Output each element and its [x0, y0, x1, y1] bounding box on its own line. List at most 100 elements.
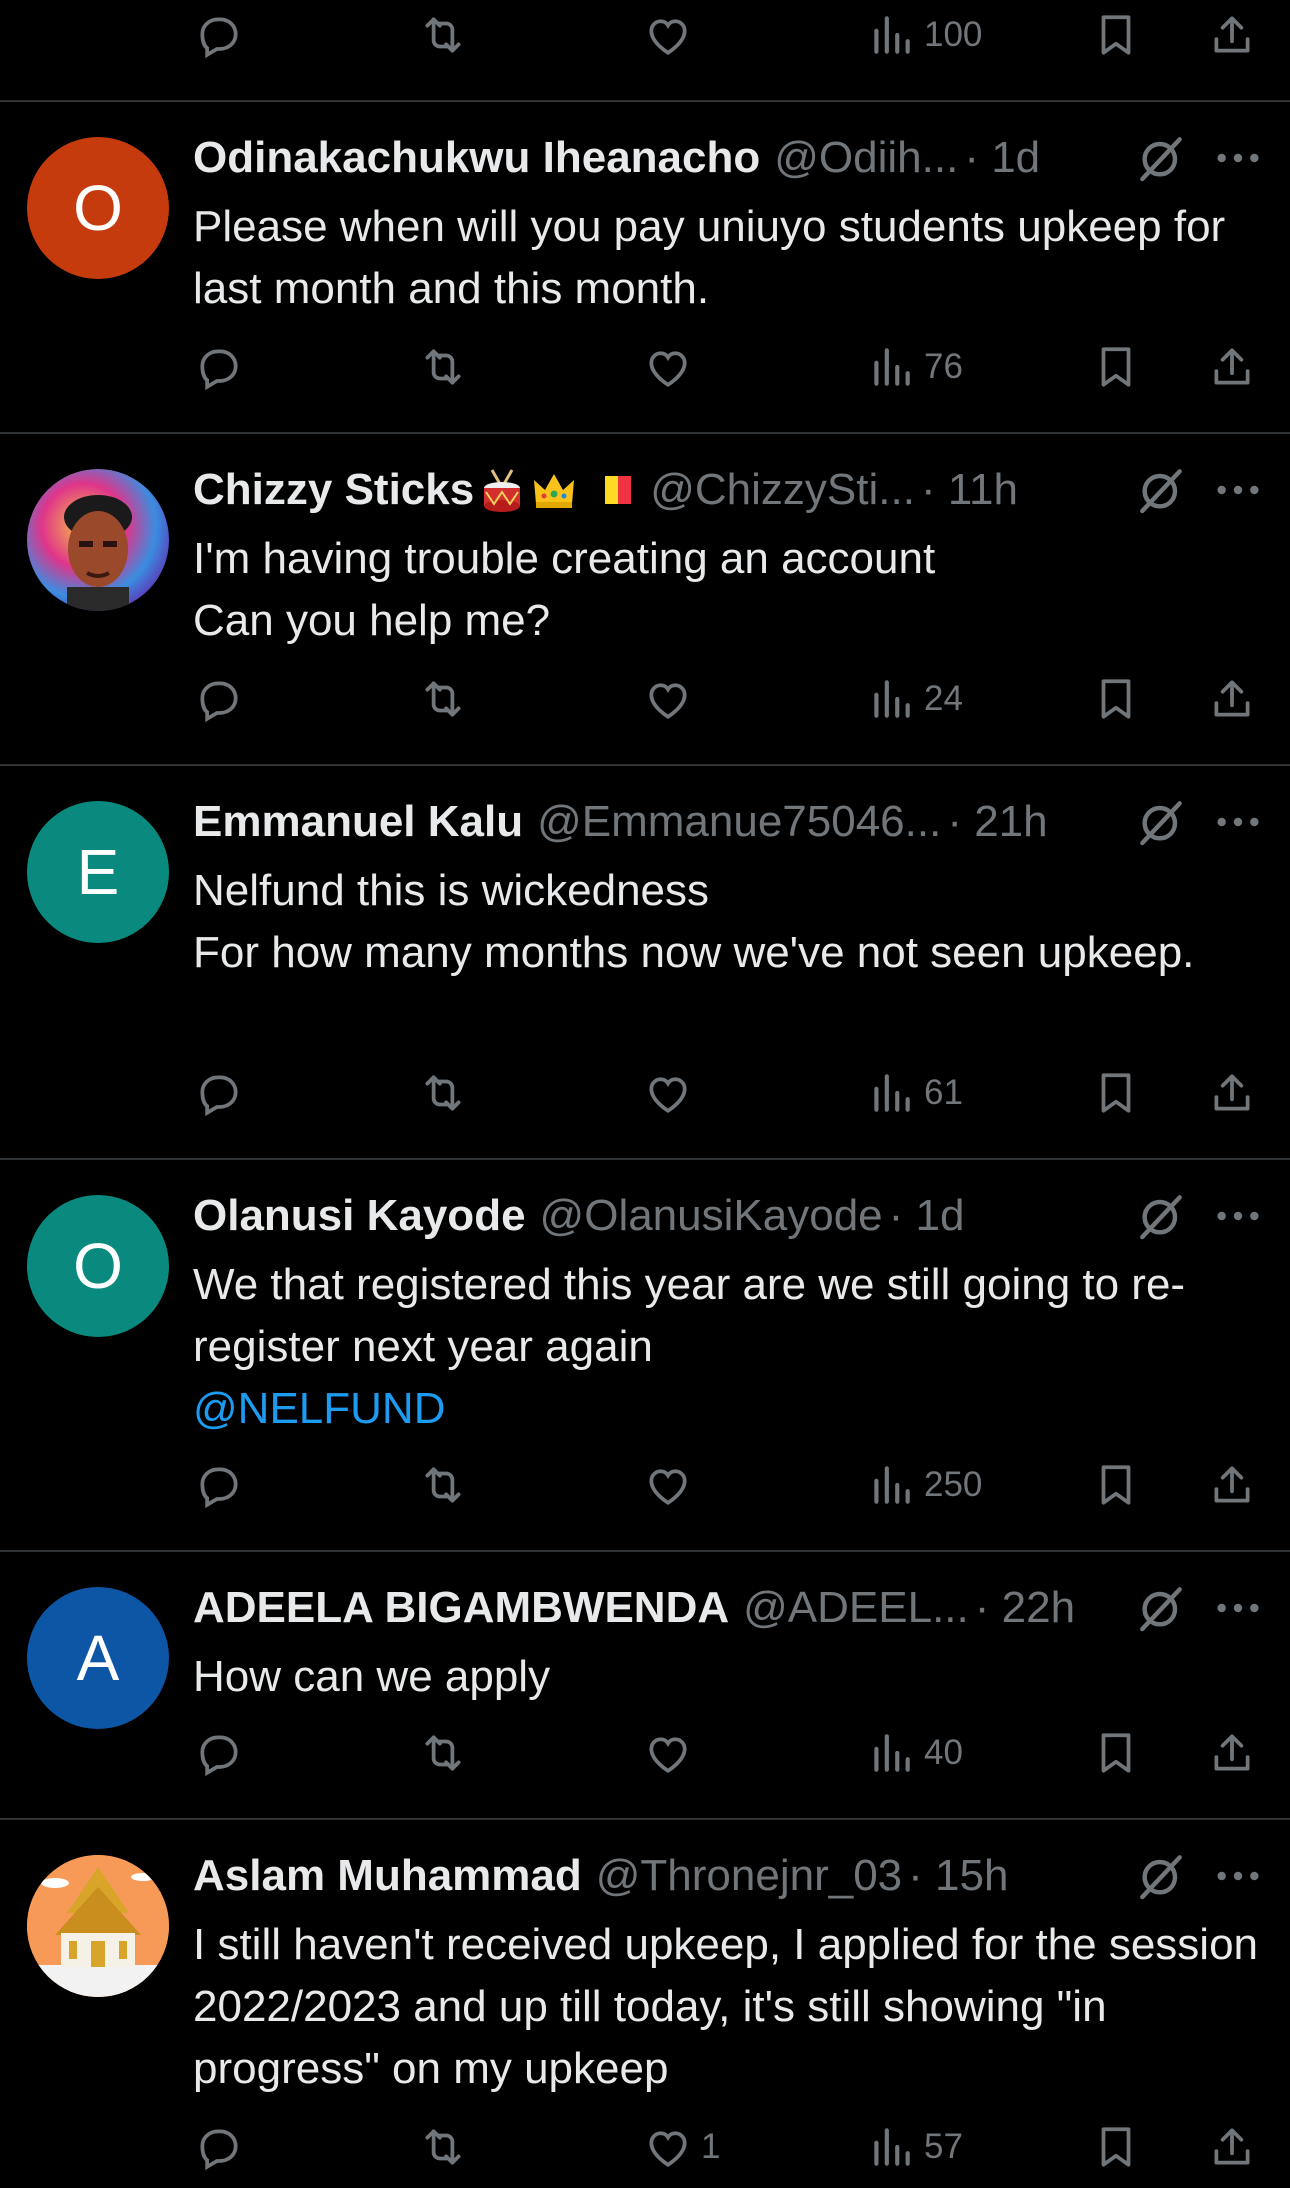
tweet[interactable]: A ADEELA BIGAMBWENDA @ADEEL... · 22h How… [0, 1552, 1290, 1818]
tweet-text: How can we apply [193, 1652, 551, 1701]
reply-icon [194, 10, 244, 60]
avatar[interactable] [27, 469, 169, 611]
timestamp[interactable]: · 15h [908, 1851, 1008, 1901]
bookmark-button[interactable] [1091, 332, 1141, 402]
share-button[interactable] [1207, 664, 1257, 734]
more-icon[interactable] [1208, 462, 1268, 518]
avatar[interactable]: O [27, 137, 169, 279]
like-count: 1 [701, 2127, 721, 2166]
reply-button[interactable] [194, 664, 244, 734]
repost-button[interactable] [418, 0, 468, 70]
views-button[interactable]: 250 [866, 1450, 982, 1520]
reply-button[interactable] [194, 2112, 244, 2182]
more-icon[interactable] [1208, 1188, 1268, 1244]
tweet[interactable]: O Olanusi Kayode @OlanusiKayode · 1d We … [0, 1160, 1290, 1550]
share-button[interactable] [1207, 1450, 1257, 1520]
reply-button[interactable] [194, 1058, 244, 1128]
views-count: 100 [924, 15, 983, 54]
display-name[interactable]: Chizzy Sticks [193, 465, 474, 515]
avatar[interactable]: E [27, 801, 169, 943]
bookmark-icon [1091, 1728, 1141, 1778]
like-button[interactable] [643, 664, 701, 734]
views-button[interactable]: 24 [866, 664, 963, 734]
reply-button[interactable] [194, 332, 244, 402]
repost-button[interactable] [418, 332, 468, 402]
grok-icon[interactable] [1133, 462, 1189, 518]
user-handle[interactable]: @ChizzySti... [650, 465, 915, 515]
action-bar: 250 [0, 1450, 1290, 1520]
avatar[interactable] [27, 1855, 169, 1997]
user-handle[interactable]: @Thronejnr_03 [596, 1851, 902, 1901]
share-button[interactable] [1207, 332, 1257, 402]
repost-button[interactable] [418, 1718, 468, 1788]
bookmark-button[interactable] [1091, 2112, 1141, 2182]
grok-icon[interactable] [1133, 794, 1189, 850]
views-icon [866, 1728, 916, 1778]
grok-icon[interactable] [1133, 130, 1189, 186]
views-button[interactable]: 40 [866, 1718, 963, 1788]
tweet[interactable]: Chizzy Sticks @ChizzySti... · 11h I'm ha… [0, 434, 1290, 764]
tweet-header: Aslam Muhammad @Thronejnr_03 · 15h [193, 1846, 1290, 1906]
share-button[interactable] [1207, 1718, 1257, 1788]
grok-icon[interactable] [1133, 1188, 1189, 1244]
display-name[interactable]: Olanusi Kayode [193, 1191, 526, 1241]
avatar[interactable]: A [27, 1587, 169, 1729]
grok-icon[interactable] [1133, 1848, 1189, 1904]
grok-icon[interactable] [1133, 1580, 1189, 1636]
display-name[interactable]: Aslam Muhammad [193, 1851, 582, 1901]
more-icon[interactable] [1208, 130, 1268, 186]
share-button[interactable] [1207, 2112, 1257, 2182]
timestamp[interactable]: · 22h [975, 1583, 1075, 1633]
tweet[interactable]: Aslam Muhammad @Thronejnr_03 · 15h I sti… [0, 1820, 1290, 2188]
user-handle[interactable]: @OlanusiKayode [540, 1191, 883, 1241]
tweet[interactable]: E Emmanuel Kalu @Emmanue75046... · 21h N… [0, 766, 1290, 1158]
views-button[interactable]: 61 [866, 1058, 963, 1128]
user-handle[interactable]: @ADEEL... [743, 1583, 969, 1633]
like-button[interactable] [643, 0, 693, 70]
bookmark-button[interactable] [1091, 1058, 1141, 1128]
like-button[interactable] [643, 1718, 701, 1788]
like-button[interactable] [643, 332, 701, 402]
more-icon[interactable] [1208, 1580, 1268, 1636]
user-handle[interactable]: @Emmanue75046... [537, 797, 941, 847]
reply-icon [194, 674, 244, 724]
timestamp[interactable]: · 11h [921, 465, 1018, 515]
tweet[interactable]: O Odinakachukwu Iheanacho @Odiih... · 1d… [0, 102, 1290, 432]
views-button[interactable]: 76 [866, 332, 963, 402]
like-button[interactable] [643, 1058, 701, 1128]
bookmark-icon [1091, 1460, 1141, 1510]
timestamp[interactable]: · 1d [889, 1191, 965, 1241]
repost-button[interactable] [418, 664, 468, 734]
display-name[interactable]: Odinakachukwu Iheanacho [193, 133, 760, 183]
like-button[interactable] [643, 1450, 701, 1520]
repost-button[interactable] [418, 1058, 468, 1128]
more-icon[interactable] [1208, 794, 1268, 850]
reply-button[interactable] [194, 0, 244, 70]
bookmark-button[interactable] [1091, 1718, 1141, 1788]
avatar-temple-image [27, 1855, 169, 1997]
mention-link[interactable]: @NELFUND [193, 1384, 445, 1433]
like-button[interactable]: 1 [643, 2112, 720, 2182]
share-button[interactable] [1207, 0, 1257, 70]
avatar[interactable]: O [27, 1195, 169, 1337]
crown-emoji-icon [534, 474, 575, 508]
views-button[interactable]: 100 [866, 0, 982, 70]
views-button[interactable]: 57 [866, 2112, 963, 2182]
bookmark-icon [1091, 2122, 1141, 2172]
bookmark-button[interactable] [1091, 0, 1141, 70]
bookmark-icon [1091, 10, 1141, 60]
share-button[interactable] [1207, 1058, 1257, 1128]
timestamp[interactable]: · 1d [964, 133, 1040, 183]
repost-button[interactable] [418, 2112, 468, 2182]
reply-button[interactable] [194, 1718, 244, 1788]
share-icon [1207, 2122, 1257, 2172]
bookmark-button[interactable] [1091, 1450, 1141, 1520]
user-handle[interactable]: @Odiih... [774, 133, 958, 183]
display-name[interactable]: ADEELA BIGAMBWENDA [193, 1583, 729, 1633]
reply-button[interactable] [194, 1450, 244, 1520]
display-name[interactable]: Emmanuel Kalu [193, 797, 523, 847]
repost-button[interactable] [418, 1450, 468, 1520]
more-icon[interactable] [1208, 1848, 1268, 1904]
timestamp[interactable]: · 21h [947, 797, 1047, 847]
bookmark-button[interactable] [1091, 664, 1141, 734]
